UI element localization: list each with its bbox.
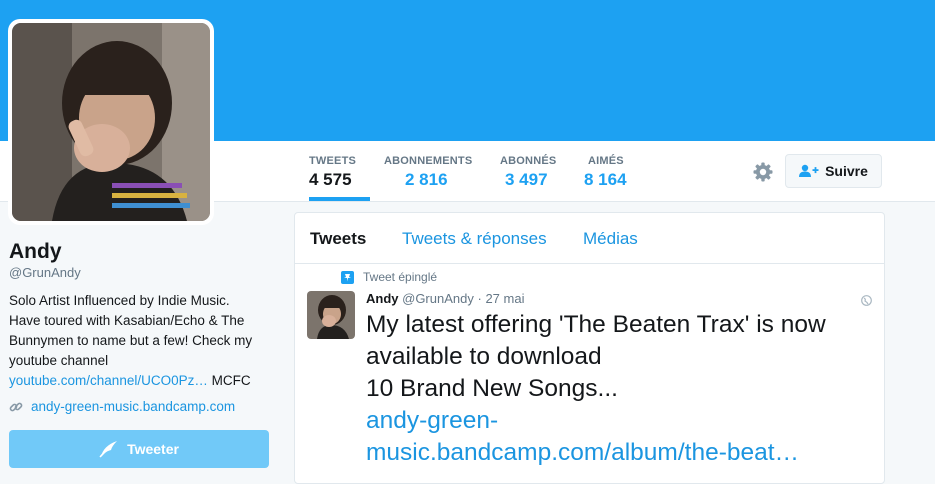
stat-tweets[interactable]: TWEETS 4 575 <box>309 155 370 201</box>
tab-tweets-replies[interactable]: Tweets & réponses <box>402 229 547 249</box>
pinned-label: Tweet épinglé <box>363 270 438 284</box>
bio-line: youtube channel <box>9 353 109 368</box>
tab-media[interactable]: Médias <box>583 229 638 249</box>
tweet-link[interactable]: andy-green- <box>366 407 498 434</box>
profile-handle[interactable]: @GrunAndy <box>9 265 81 280</box>
stat-likes[interactable]: AIMÉS 8 164 <box>584 155 627 201</box>
website-link[interactable]: andy-green-music.bandcamp.com <box>31 399 235 414</box>
bio-line: youtube.com/channel/UCO0Pz… MCFC <box>9 371 277 391</box>
tweet-text: My latest offering 'The Beaten Trax' is … <box>366 309 866 469</box>
tweet-text-line: My latest offering 'The Beaten Trax' is … <box>366 311 826 338</box>
stat-likes-value: 8 164 <box>584 170 627 189</box>
youtube-link[interactable]: youtube.com/channel/UCO0Pz… <box>9 373 208 388</box>
stat-followers-label: ABONNÉS <box>500 155 557 167</box>
stat-tweets-label: TWEETS <box>309 155 357 167</box>
tweet-avatar[interactable] <box>307 291 355 339</box>
bio-suffix: MCFC <box>207 373 251 388</box>
stat-tweets-value: 4 575 <box>309 170 352 189</box>
bio-line: Solo Artist Influenced by Indie Music. <box>9 293 230 308</box>
tweet-link[interactable]: music.bandcamp.com/album/the-beat… <box>366 439 799 466</box>
profile-avatar[interactable] <box>8 19 214 225</box>
tweet-author-name[interactable]: Andy <box>366 291 399 306</box>
tweet-date[interactable]: 27 mai <box>485 291 524 306</box>
tweet-button-label: Tweeter <box>127 441 179 457</box>
tweet-author-handle[interactable]: @GrunAndy <box>402 291 474 306</box>
bio-line: Have toured with Kasabian/Echo & The <box>9 313 245 328</box>
profile-bio: Solo Artist Influenced by Indie Music. H… <box>9 291 277 391</box>
follow-button-label: Suivre <box>825 163 868 179</box>
tweet-text-line: 10 Brand New Songs... <box>366 375 618 402</box>
bio-line: Bunnymen to name but a few! Check my <box>9 333 253 348</box>
add-user-icon <box>799 164 819 177</box>
stat-following-label: ABONNEMENTS <box>384 155 473 167</box>
tab-tweets[interactable]: Tweets <box>310 229 366 249</box>
link-icon <box>9 402 23 411</box>
stat-followers-value: 3 497 <box>505 170 548 189</box>
timeline: Tweets Tweets & réponses Médias Tweet ép… <box>294 212 885 484</box>
stat-likes-label: AIMÉS <box>588 155 624 167</box>
pin-icon <box>341 270 354 284</box>
profile-name[interactable]: Andy <box>9 240 62 264</box>
pinned-indicator: Tweet épinglé <box>341 270 437 284</box>
stat-followers[interactable]: ABONNÉS 3 497 <box>500 155 556 201</box>
tweet-text-line: available to download <box>366 343 602 370</box>
compose-icon <box>99 441 118 458</box>
stat-following-value: 2 816 <box>405 170 448 189</box>
tweet-button[interactable]: Tweeter <box>9 430 269 468</box>
follow-button[interactable]: Suivre <box>785 154 882 188</box>
stat-following[interactable]: ABONNEMENTS 2 816 <box>384 155 472 201</box>
timeline-tabs: Tweets Tweets & réponses Médias <box>295 213 884 264</box>
gear-icon[interactable] <box>751 160 775 184</box>
tweet-separator: · <box>477 291 482 306</box>
profile-website: andy-green-music.bandcamp.com <box>9 399 235 414</box>
profile-photo <box>12 23 210 221</box>
tweet-header: Andy @GrunAndy · 27 mai <box>366 291 524 306</box>
